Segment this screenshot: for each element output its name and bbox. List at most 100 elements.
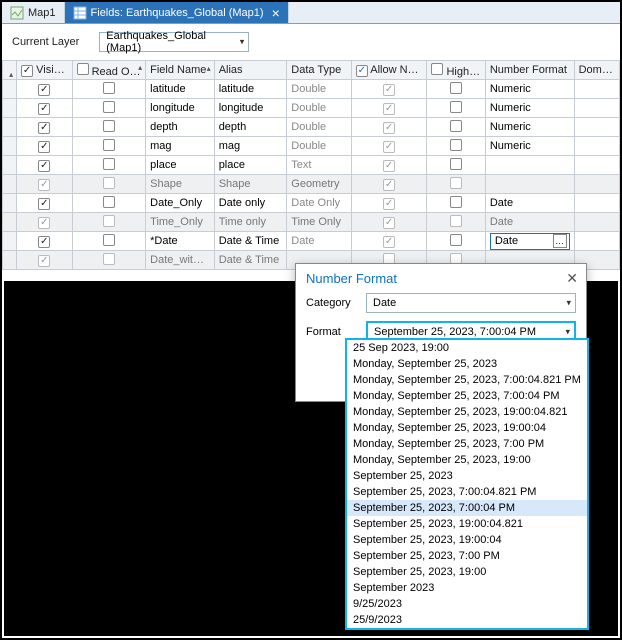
checkbox-icon[interactable] [77,63,89,75]
table-row[interactable]: latitude latitude Double Numeric [3,80,620,99]
format-option[interactable]: Monday, September 25, 2023, 7:00:04.821 … [347,372,587,388]
row-selector[interactable] [3,137,17,156]
row-selector[interactable] [3,80,17,99]
row-selector[interactable] [3,213,17,232]
datatype-cell[interactable]: Date [287,232,352,251]
alias-cell[interactable]: place [214,156,287,175]
row-selector[interactable] [3,156,17,175]
format-option[interactable]: Monday, September 25, 2023, 7:00 PM [347,436,587,452]
highlight-checkbox[interactable] [450,158,462,170]
alias-cell[interactable]: longitude [214,99,287,118]
number-format-cell[interactable] [485,156,574,175]
highlight-checkbox[interactable] [450,101,462,113]
alias-cell[interactable]: Date & Time [214,251,287,270]
readonly-checkbox[interactable] [103,196,115,208]
domain-cell[interactable] [574,80,619,99]
header-highlight[interactable]: Highlight [427,61,485,80]
header-readonly[interactable]: Read Only▴ [72,61,146,80]
number-format-cell[interactable]: Date [485,194,574,213]
format-option[interactable]: September 25, 2023, 7:00 PM [347,548,587,564]
format-option[interactable]: 25 Sep 2023, 19:00 [347,340,587,356]
header-datatype[interactable]: Data Type [287,61,352,80]
domain-cell[interactable] [574,213,619,232]
visible-checkbox[interactable] [38,160,50,172]
allow-null-checkbox[interactable] [383,103,395,115]
highlight-checkbox[interactable] [450,177,462,189]
domain-cell[interactable] [574,194,619,213]
alias-cell[interactable]: Date & Time [214,232,287,251]
format-option[interactable]: September 2023 [347,580,587,596]
visible-checkbox[interactable] [38,179,50,191]
close-icon[interactable]: ✕ [566,270,578,287]
readonly-checkbox[interactable] [103,253,115,265]
readonly-checkbox[interactable] [103,177,115,189]
format-option[interactable]: 9/25/2023 [347,596,587,612]
row-selector[interactable] [3,251,17,270]
field-name-cell[interactable]: depth [146,118,215,137]
format-option[interactable]: September 25, 2023, 19:00:04.821 [347,516,587,532]
header-allownull[interactable]: Allow NULL [351,61,427,80]
number-format-cell[interactable] [485,175,574,194]
domain-cell[interactable] [574,175,619,194]
format-option[interactable]: Monday, September 25, 2023, 19:00:04.821 [347,404,587,420]
readonly-checkbox[interactable] [103,158,115,170]
allow-null-checkbox[interactable] [383,179,395,191]
allow-null-checkbox[interactable] [383,217,395,229]
checkbox-icon[interactable] [21,65,33,77]
number-format-cell[interactable]: Date [485,213,574,232]
field-name-cell[interactable]: longitude [146,99,215,118]
format-option[interactable]: September 25, 2023 [347,468,587,484]
datatype-cell[interactable]: Geometry [287,175,352,194]
format-option[interactable]: Monday, September 25, 2023, 19:00:04 [347,420,587,436]
allow-null-checkbox[interactable] [383,236,395,248]
datatype-cell[interactable]: Double [287,80,352,99]
format-option[interactable]: Monday, September 25, 2023 [347,356,587,372]
table-row[interactable]: depth depth Double Numeric [3,118,620,137]
tab-fields[interactable]: Fields: Earthquakes_Global (Map1) × [65,2,289,23]
field-name-cell[interactable]: Date_Only [146,194,215,213]
visible-checkbox[interactable] [38,217,50,229]
visible-checkbox[interactable] [38,122,50,134]
format-dropdown[interactable]: 25 Sep 2023, 19:00Monday, September 25, … [345,338,589,630]
field-name-cell[interactable]: Time_Only [146,213,215,232]
visible-checkbox[interactable] [38,255,50,267]
allow-null-checkbox[interactable] [383,198,395,210]
current-layer-combo[interactable]: Earthquakes_Global (Map1) ▾ [99,32,249,52]
domain-cell[interactable] [574,156,619,175]
table-row[interactable]: Date_Only Date only Date Only Date [3,194,620,213]
domain-cell[interactable] [574,137,619,156]
format-option[interactable]: September 25, 2023, 19:00:04 [347,532,587,548]
row-selector[interactable] [3,232,17,251]
field-name-cell[interactable]: mag [146,137,215,156]
visible-checkbox[interactable] [38,198,50,210]
readonly-checkbox[interactable] [103,120,115,132]
field-name-cell[interactable]: *Date [146,232,215,251]
allow-null-checkbox[interactable] [383,160,395,172]
row-selector[interactable] [3,175,17,194]
alias-cell[interactable]: mag [214,137,287,156]
alias-cell[interactable]: Date only [214,194,287,213]
row-selector[interactable] [3,194,17,213]
number-format-cell[interactable]: Date… [485,232,574,251]
category-combo[interactable]: Date ▾ [366,293,576,313]
datatype-cell[interactable]: Double [287,99,352,118]
format-option[interactable]: 25/9/2023 [347,612,587,628]
table-row[interactable]: longitude longitude Double Numeric [3,99,620,118]
readonly-checkbox[interactable] [103,82,115,94]
highlight-checkbox[interactable] [450,120,462,132]
number-format-cell[interactable]: Numeric [485,118,574,137]
visible-checkbox[interactable] [38,84,50,96]
field-name-cell[interactable]: place [146,156,215,175]
domain-cell[interactable] [574,99,619,118]
header-numberformat[interactable]: Number Format [485,61,574,80]
readonly-checkbox[interactable] [103,215,115,227]
format-option[interactable]: September 25, 2023, 7:00:04 PM [347,500,587,516]
header-visible[interactable]: Visible [17,61,72,80]
highlight-checkbox[interactable] [450,215,462,227]
highlight-checkbox[interactable] [450,82,462,94]
header-rowselector[interactable]: ▴ [3,61,17,80]
tab-map[interactable]: Map1 [2,2,65,23]
format-option[interactable]: September 25, 2023, 7:00:04.821 PM [347,484,587,500]
alias-cell[interactable]: Time only [214,213,287,232]
allow-null-checkbox[interactable] [383,84,395,96]
